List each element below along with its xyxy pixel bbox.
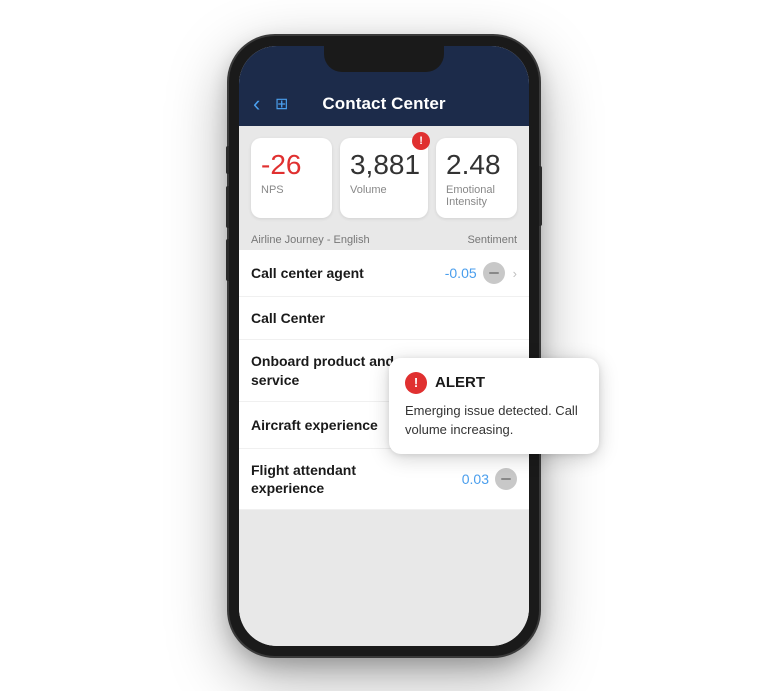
back-button[interactable]: ‹ [253, 93, 260, 115]
list-item-label: Onboard product and service [251, 352, 411, 388]
nps-label: NPS [261, 184, 324, 196]
volume-card[interactable]: ! 3,881 Volume [340, 138, 428, 219]
grid-icon[interactable]: ⊞ [275, 94, 288, 114]
sentiment-value: -0.05 [445, 265, 477, 281]
circle-button[interactable] [495, 468, 517, 490]
minus-icon [501, 478, 511, 480]
emotional-intensity-card[interactable]: 2.48 Emotional Intensity [436, 138, 517, 219]
phone-shell: ‹ ⊞ Contact Center -26 NPS ! 3,881 [229, 36, 539, 656]
list-item-label: Aircraft experience [251, 416, 378, 434]
list-header-right: Sentiment [467, 234, 517, 246]
notch [324, 46, 444, 72]
volume-value: 3,881 [350, 150, 420, 181]
list-item-right: 0.03 [462, 468, 517, 490]
alert-body: Emerging issue detected. Call volume inc… [405, 402, 583, 440]
alert-popup: ! ALERT Emerging issue detected. Call vo… [389, 358, 599, 454]
nps-card[interactable]: -26 NPS [251, 138, 332, 219]
list-item[interactable]: Call center agent -0.05 › [239, 250, 529, 297]
list-header-left: Airline Journey - English [251, 234, 370, 246]
list-item-right: -0.05 › [445, 262, 517, 284]
volume-down-button [226, 239, 229, 281]
list-item[interactable]: Flight attendant experience 0.03 [239, 449, 529, 510]
list-item[interactable]: Call Center [239, 297, 529, 340]
list-header: Airline Journey - English Sentiment [239, 226, 529, 250]
list-item-label: Flight attendant experience [251, 461, 411, 497]
alert-header: ! ALERT [405, 372, 583, 394]
chevron-right-icon: › [513, 266, 517, 281]
list-item-label: Call center agent [251, 264, 364, 282]
power-button [539, 166, 542, 226]
alert-title: ALERT [435, 374, 485, 391]
alert-icon: ! [405, 372, 427, 394]
nps-value: -26 [261, 150, 324, 181]
volume-up-button [226, 186, 229, 228]
metrics-row: -26 NPS ! 3,881 Volume 2.48 Emotional In… [239, 126, 529, 227]
alert-badge: ! [412, 132, 430, 150]
list-item-label: Call Center [251, 309, 325, 327]
mute-button [226, 146, 229, 174]
nav-title: Contact Center [322, 94, 445, 114]
sentiment-value: 0.03 [462, 471, 489, 487]
emotional-intensity-label: Emotional Intensity [446, 184, 509, 208]
phone-screen: ‹ ⊞ Contact Center -26 NPS ! 3,881 [239, 46, 529, 646]
nav-bar: ‹ ⊞ Contact Center [239, 82, 529, 126]
minus-icon [489, 272, 499, 274]
emotional-intensity-value: 2.48 [446, 150, 509, 181]
volume-label: Volume [350, 184, 420, 196]
scene: ‹ ⊞ Contact Center -26 NPS ! 3,881 [0, 0, 768, 691]
circle-button[interactable] [483, 262, 505, 284]
